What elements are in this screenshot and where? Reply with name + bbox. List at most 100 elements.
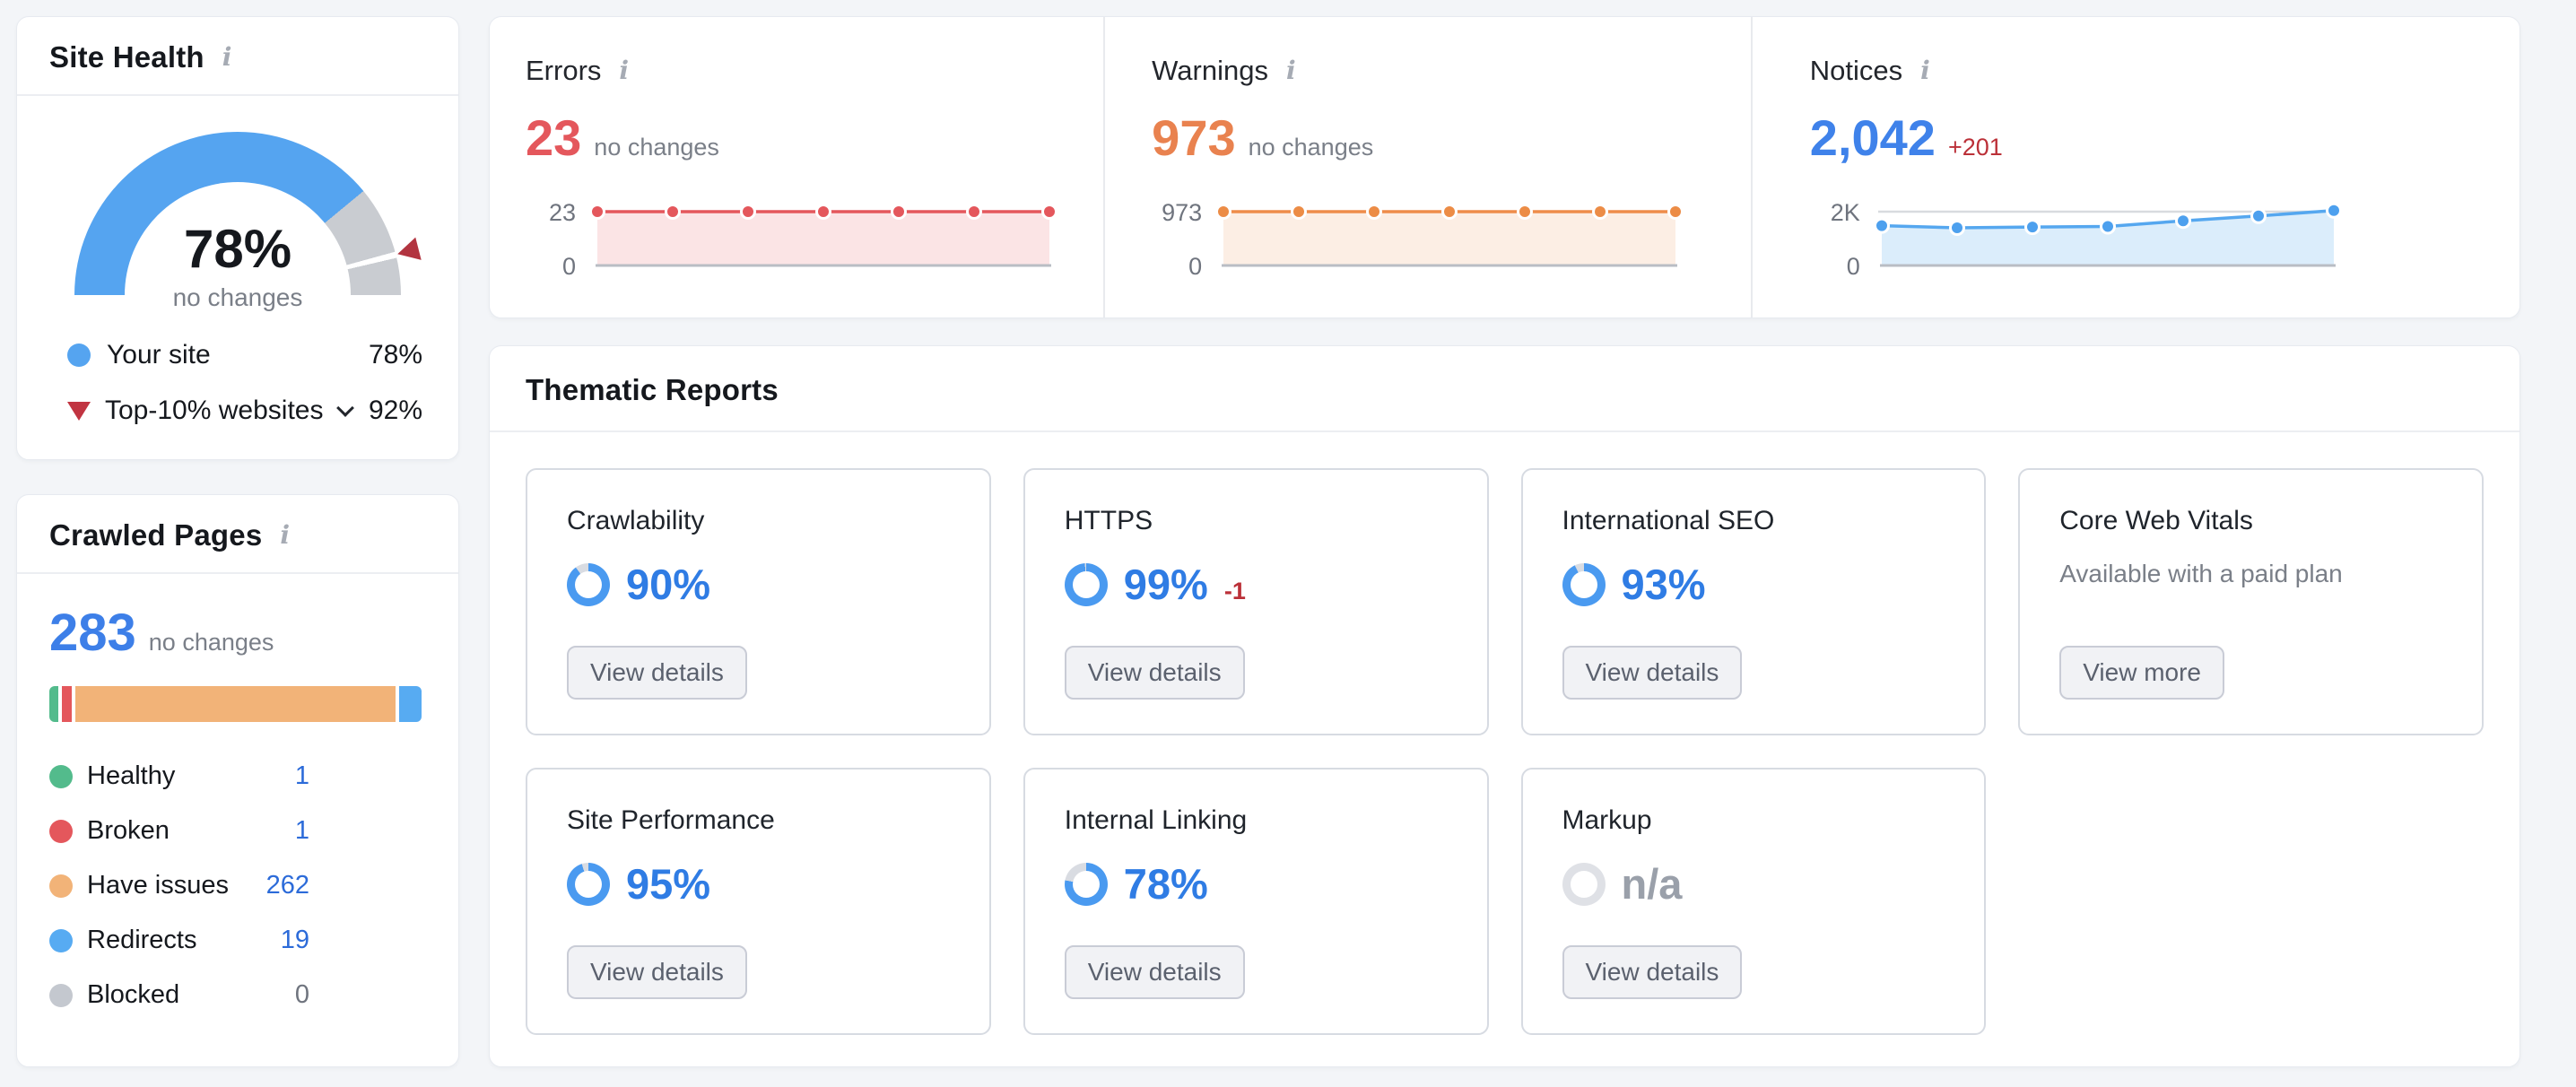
blue-dot-icon bbox=[49, 929, 73, 952]
gauge-center-text: 78% no changes bbox=[74, 218, 401, 312]
blue-dot-icon bbox=[67, 343, 91, 367]
site-health-card: Site Health i 78% no changes Your site 7… bbox=[16, 16, 459, 460]
warnings-chart-axis: 973 0 bbox=[1152, 197, 1216, 276]
thematic-reports-card: Thematic Reports Crawlability 90% View d… bbox=[489, 345, 2520, 1067]
legend-label: Blocked bbox=[87, 980, 179, 1010]
axis-label-bottom: 0 bbox=[562, 253, 576, 281]
warnings-count: 973 bbox=[1152, 109, 1235, 167]
crawled-pages-body: 283 no changes Healthy 1 Broken 1 Have i… bbox=[17, 574, 458, 1064]
gray-dot-icon bbox=[49, 984, 73, 1007]
crawled-pages-stacked-bar bbox=[49, 686, 422, 722]
legend-value-link[interactable]: 19 bbox=[281, 926, 309, 955]
info-icon[interactable]: i bbox=[219, 45, 236, 70]
notices-value-row: 2,042 +201 bbox=[1810, 109, 2502, 167]
tile-international-seo: International SEO 93% View details bbox=[1521, 468, 1987, 735]
tile-title: Crawlability bbox=[567, 506, 950, 536]
issues-overview-card: Errors i 23 no changes 23 0 Warnings i 9… bbox=[489, 16, 2520, 318]
tile-https: HTTPS 99% -1 View details bbox=[1023, 468, 1489, 735]
info-icon[interactable]: i bbox=[276, 523, 293, 548]
thematic-reports-header: Thematic Reports bbox=[490, 346, 2519, 432]
legend-label: Redirects bbox=[87, 926, 197, 955]
notices-change: +201 bbox=[1948, 134, 2003, 161]
info-icon[interactable]: i bbox=[615, 58, 632, 83]
legend-value-link[interactable]: 1 bbox=[295, 761, 309, 791]
green-dot-icon bbox=[49, 765, 73, 788]
errors-chart-axis: 23 0 bbox=[526, 197, 590, 276]
axis-label-bottom: 0 bbox=[1847, 253, 1860, 281]
tile-title: Markup bbox=[1562, 805, 1945, 836]
legend-label: Your site bbox=[107, 340, 211, 370]
thematic-reports-title: Thematic Reports bbox=[526, 373, 779, 407]
view-more-button[interactable]: View more bbox=[2059, 646, 2224, 700]
warnings-trend-chart bbox=[1216, 197, 1683, 276]
bar-segment bbox=[399, 686, 422, 722]
crawled-pages-legend: Healthy 1 Broken 1 Have issues 262 Redir… bbox=[49, 761, 309, 1010]
legend-label: Have issues bbox=[87, 871, 229, 900]
legend-row-your-site: Your site 78% bbox=[67, 340, 422, 370]
tile-crawlability: Crawlability 90% View details bbox=[526, 468, 991, 735]
site-health-header: Site Health i bbox=[17, 17, 458, 96]
tile-markup: Markup n/a View details bbox=[1521, 768, 1987, 1035]
view-details-button[interactable]: View details bbox=[1065, 646, 1245, 700]
tile-core-web-vitals: Core Web Vitals Available with a paid pl… bbox=[2018, 468, 2484, 735]
legend-value-link[interactable]: 1 bbox=[295, 816, 309, 846]
site-health-score-sub: no changes bbox=[74, 283, 401, 312]
legend-label: Top-10% websites bbox=[105, 396, 323, 426]
tile-internal-linking: Internal Linking 78% View details bbox=[1023, 768, 1489, 1035]
view-details-button[interactable]: View details bbox=[1562, 945, 1743, 999]
view-details-button[interactable]: View details bbox=[567, 945, 747, 999]
warnings-title: Warnings bbox=[1152, 55, 1268, 87]
tile-score-na: n/a bbox=[1622, 859, 1683, 909]
legend-row-have-issues: Have issues 262 bbox=[49, 871, 309, 900]
notices-section: Notices i 2,042 +201 2K 0 bbox=[1751, 17, 2519, 317]
errors-title-row: Errors i bbox=[526, 55, 1085, 87]
axis-label-top: 973 bbox=[1162, 199, 1202, 227]
legend-label: Broken bbox=[87, 816, 170, 846]
info-icon[interactable]: i bbox=[1283, 58, 1300, 83]
crawled-pages-title: Crawled Pages bbox=[49, 518, 262, 552]
notices-chart-axis: 2K 0 bbox=[1810, 197, 1875, 276]
tile-score-row: 93% bbox=[1562, 560, 1945, 609]
crawled-pages-total: 283 bbox=[49, 603, 136, 663]
orange-dot-icon bbox=[49, 874, 73, 898]
bar-segment bbox=[49, 686, 58, 722]
legend-value: 92% bbox=[369, 396, 422, 426]
warnings-value-row: 973 no changes bbox=[1152, 109, 1733, 167]
progress-ring-icon bbox=[1065, 563, 1108, 606]
legend-value: 0 bbox=[295, 980, 309, 1010]
site-health-legend: Your site 78% Top-10% websites 92% bbox=[17, 340, 458, 426]
warnings-change: no changes bbox=[1249, 134, 1374, 161]
tile-score-row: 78% bbox=[1065, 859, 1448, 909]
view-details-button[interactable]: View details bbox=[1065, 945, 1245, 999]
tile-score-row: n/a bbox=[1562, 859, 1945, 909]
tile-site-performance: Site Performance 95% View details bbox=[526, 768, 991, 1035]
errors-count: 23 bbox=[526, 109, 581, 167]
tile-title: HTTPS bbox=[1065, 506, 1448, 536]
site-health-title: Site Health bbox=[49, 40, 205, 74]
tile-title: Site Performance bbox=[567, 805, 950, 836]
view-details-button[interactable]: View details bbox=[1562, 646, 1743, 700]
legend-row-broken: Broken 1 bbox=[49, 816, 309, 846]
errors-trend-chart bbox=[590, 197, 1057, 276]
legend-row-top10-websites: Top-10% websites 92% bbox=[67, 396, 422, 426]
view-details-button[interactable]: View details bbox=[567, 646, 747, 700]
tile-score: 93% bbox=[1622, 560, 1706, 609]
tile-score-row: 90% bbox=[567, 560, 950, 609]
info-icon[interactable]: i bbox=[1917, 58, 1934, 83]
tile-score: 78% bbox=[1124, 859, 1208, 909]
errors-value-row: 23 no changes bbox=[526, 109, 1085, 167]
thematic-tiles-grid: Crawlability 90% View details HTTPS 99% … bbox=[490, 432, 2519, 1071]
axis-label-bottom: 0 bbox=[1188, 253, 1202, 281]
legend-value-link[interactable]: 262 bbox=[266, 871, 309, 900]
site-health-gauge: 78% no changes bbox=[74, 132, 401, 295]
tile-title: Internal Linking bbox=[1065, 805, 1448, 836]
progress-ring-icon bbox=[1562, 863, 1606, 906]
legend-row-redirects: Redirects 19 bbox=[49, 926, 309, 955]
crawled-pages-total-sub: no changes bbox=[149, 629, 274, 657]
crawled-pages-card: Crawled Pages i 283 no changes Healthy 1… bbox=[16, 494, 459, 1067]
site-audit-dashboard: { "site_health": { "title": "Site Health… bbox=[0, 0, 2576, 1087]
notices-title: Notices bbox=[1810, 55, 1902, 87]
errors-title: Errors bbox=[526, 55, 601, 87]
notices-chart-row: 2K 0 bbox=[1810, 197, 2502, 276]
chevron-down-icon[interactable] bbox=[337, 399, 355, 417]
